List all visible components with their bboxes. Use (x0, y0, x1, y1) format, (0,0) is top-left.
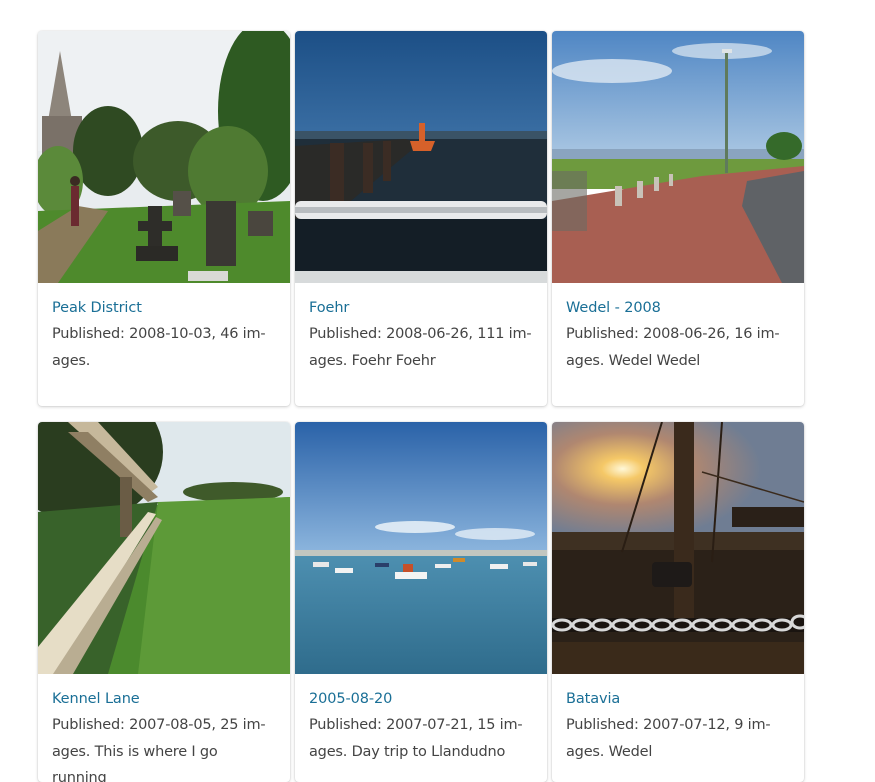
album-description: Published: 2008-06-26, 111 im- ages. Foe… (309, 321, 533, 374)
album-thumbnail-link[interactable] (295, 31, 547, 283)
album-thumbnail-link[interactable] (38, 422, 290, 674)
album-card: Wedel - 2008 Published: 2008-06-26, 16 i… (552, 31, 804, 406)
album-meta-line: ages. Day trip to Llandudno (309, 744, 505, 760)
album-meta-line: Published: 2008-06-26, 111 im- (309, 326, 531, 342)
album-title-link[interactable]: Batavia (566, 686, 790, 712)
fence-field-photo (38, 422, 290, 674)
album-card-body: Foehr Published: 2008-06-26, 111 im- age… (295, 283, 547, 388)
album-description: Published: 2008-06-26, 16 im- ages. Wede… (566, 321, 790, 374)
album-description: Published: 2007-07-12, 9 im- ages. Wedel (566, 712, 790, 765)
album-card-body: 2005-08-20 Published: 2007-07-21, 15 im-… (295, 674, 547, 779)
album-meta-line: Published: 2008-06-26, 16 im- (566, 326, 779, 342)
album-thumbnail-link[interactable] (552, 422, 804, 674)
album-card: Foehr Published: 2008-06-26, 111 im- age… (295, 31, 547, 406)
album-thumbnail-link[interactable] (38, 31, 290, 283)
album-card-body: Wedel - 2008 Published: 2008-06-26, 16 i… (552, 283, 804, 388)
album-title-link[interactable]: 2005-08-20 (309, 686, 533, 712)
album-card: Kennel Lane Published: 2007-08-05, 25 im… (38, 422, 290, 782)
album-title-link[interactable]: Foehr (309, 295, 533, 321)
churchyard-photo (38, 31, 290, 283)
album-card-body: Peak District Published: 2008-10-03, 46 … (38, 283, 290, 388)
album-meta-line: ages. Foehr Foehr (309, 353, 436, 369)
album-meta-line: Published: 2007-07-21, 15 im- (309, 717, 522, 733)
album-meta-line: ages. (52, 353, 90, 369)
album-description: Published: 2007-07-21, 15 im- ages. Day … (309, 712, 533, 765)
album-card: 2005-08-20 Published: 2007-07-21, 15 im-… (295, 422, 547, 782)
album-meta-line: Published: 2007-08-05, 25 im- (52, 717, 265, 733)
album-card: Peak District Published: 2008-10-03, 46 … (38, 31, 290, 406)
album-title-link[interactable]: Kennel Lane (52, 686, 276, 712)
album-card-body: Kennel Lane Published: 2007-08-05, 25 im… (38, 674, 290, 782)
harbour-boats-photo (295, 422, 547, 674)
album-description: Published: 2008-10-03, 46 im- ages. (52, 321, 276, 374)
album-meta-line: ages. This is where I go running (52, 744, 218, 782)
album-card: Batavia Published: 2007-07-12, 9 im- age… (552, 422, 804, 782)
album-title-link[interactable]: Peak District (52, 295, 276, 321)
album-thumbnail-link[interactable] (552, 31, 804, 283)
album-thumbnail-link[interactable] (295, 422, 547, 674)
album-meta-line: ages. Wedel (566, 744, 652, 760)
album-meta-line: ages. Wedel Wedel (566, 353, 700, 369)
album-meta-line: Published: 2007-07-12, 9 im- (566, 717, 770, 733)
album-title-link[interactable]: Wedel - 2008 (566, 295, 790, 321)
promenade-photo (552, 31, 804, 283)
album-meta-line: Published: 2008-10-03, 46 im- (52, 326, 265, 342)
album-card-body: Batavia Published: 2007-07-12, 9 im- age… (552, 674, 804, 779)
sunset-chain-photo (552, 422, 804, 674)
pier-photo (295, 31, 547, 283)
